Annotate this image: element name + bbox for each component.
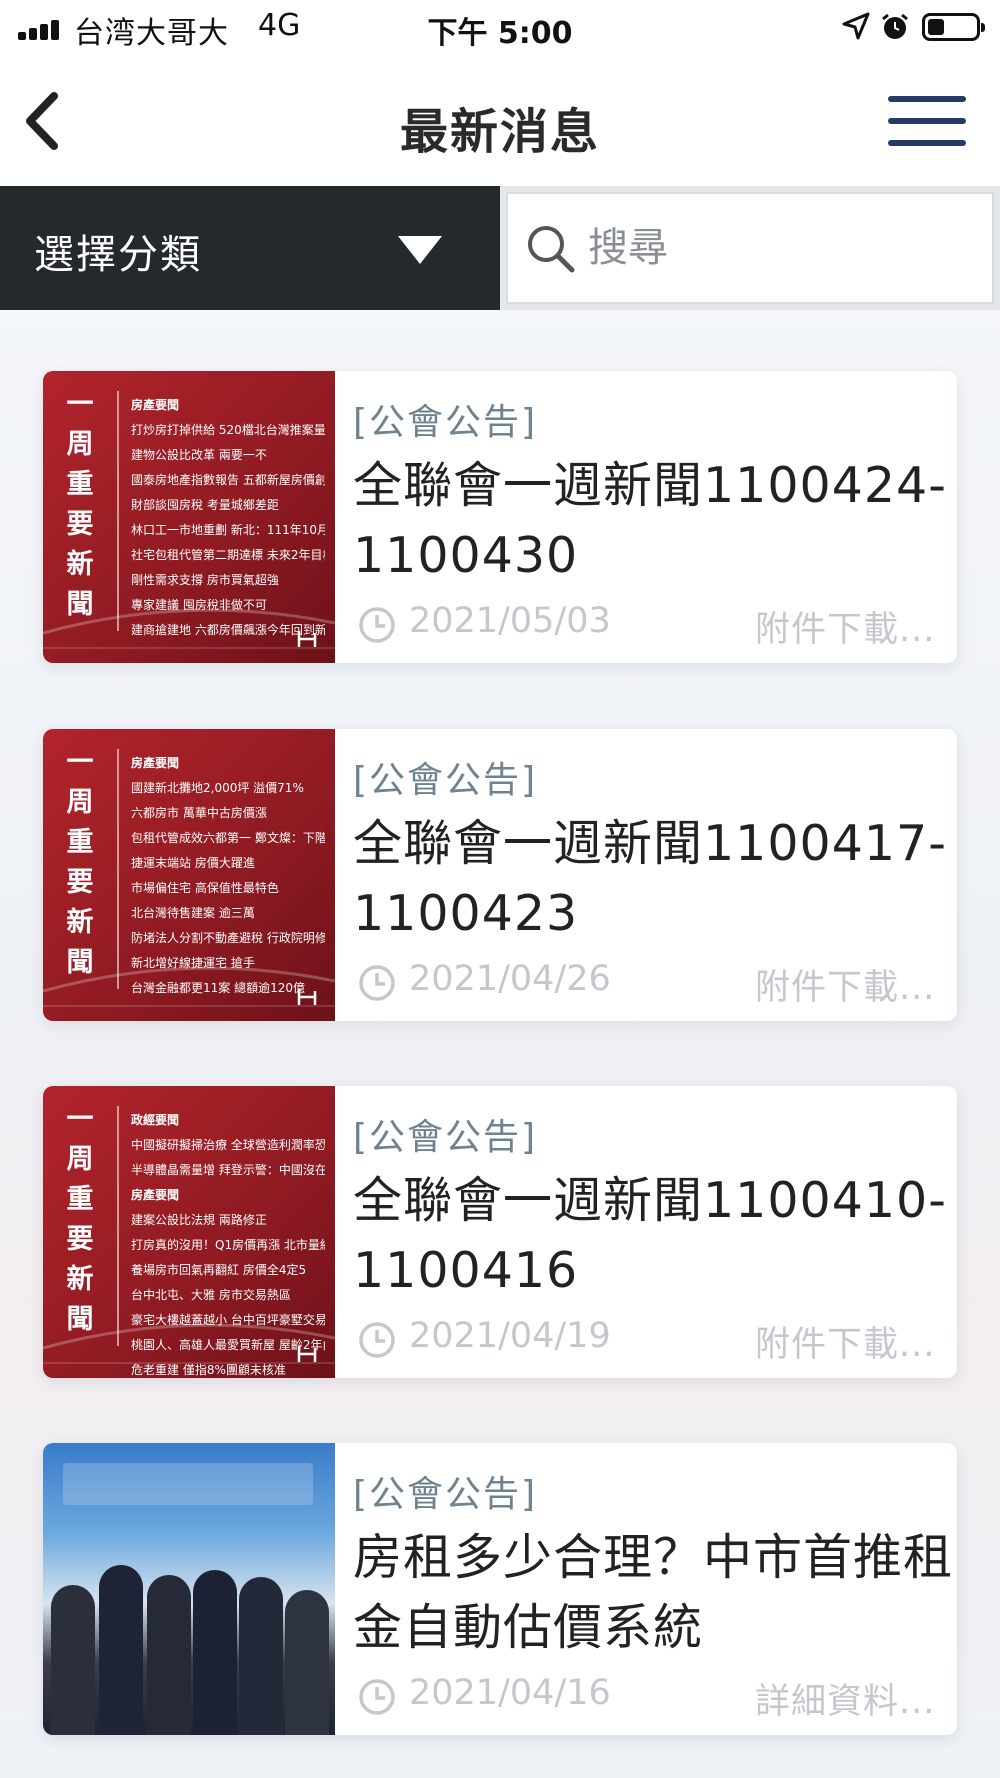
category-select-label: 選擇分類 (34, 232, 202, 278)
news-date: 2021/04/16 (409, 1673, 611, 1713)
attachment-download-link[interactable]: 附件下載... (755, 601, 935, 652)
clock-icon (357, 1320, 397, 1360)
news-list: 一周重要新聞 房產要聞 打炒房打掉供給 520檔北台灣推案量2133億，創4年新… (0, 310, 1000, 1778)
details-link[interactable]: 詳細資料... (755, 1673, 935, 1724)
news-card[interactable]: [公會公告] 房租多少合理？中市首推租金自動估價系統 2021/04/16 詳細… (43, 1443, 957, 1735)
news-card[interactable]: 一周重要新聞 房產要聞 打炒房打掉供給 520檔北台灣推案量2133億，創4年新… (43, 371, 957, 663)
clock-icon (357, 605, 397, 645)
search-box[interactable] (506, 192, 994, 304)
news-card-body: [公會公告] 全聯會一週新聞1100410-1100416 2021/04/19… (335, 1086, 957, 1378)
clock-icon (357, 1677, 397, 1717)
news-date: 2021/04/19 (409, 1316, 611, 1356)
news-title: 全聯會一週新聞1100417-1100423 (353, 815, 947, 942)
filter-bar: 選擇分類 (0, 186, 1000, 310)
clock-icon (357, 963, 397, 1003)
hamburger-menu-icon[interactable] (888, 96, 966, 150)
attachment-download-link[interactable]: 附件下載... (755, 1316, 935, 1367)
dropdown-triangle-icon (398, 236, 442, 264)
news-title: 房租多少合理？中市首推租金自動估價系統 (353, 1529, 954, 1656)
category-select[interactable]: 選擇分類 (0, 186, 500, 310)
alarm-icon (880, 12, 910, 49)
news-card-body: [公會公告] 全聯會一週新聞1100417-1100423 2021/04/26… (335, 729, 957, 1021)
attachment-download-link[interactable]: 附件下載... (755, 959, 935, 1010)
search-icon (524, 222, 578, 276)
news-thumbnail: 一周重要新聞 房產要聞 國建新北攤地2,000坪 溢價71% 六都房市 萬華中古… (43, 729, 335, 1021)
news-title: 全聯會一週新聞1100424-1100430 (353, 457, 947, 584)
news-card[interactable]: 一周重要新聞 房產要聞 國建新北攤地2,000坪 溢價71% 六都房市 萬華中古… (43, 729, 957, 1021)
news-category: [公會公告] (353, 1474, 538, 1515)
location-arrow-icon (842, 12, 870, 47)
news-date: 2021/05/03 (409, 601, 611, 641)
news-thumbnail: 一周重要新聞 房產要聞 打炒房打掉供給 520檔北台灣推案量2133億，創4年新… (43, 371, 335, 663)
search-input[interactable] (588, 220, 978, 276)
battery-icon (922, 13, 985, 41)
news-category: [公會公告] (353, 1117, 538, 1158)
news-thumbnail: 一周重要新聞 政經要聞 中國擬研擬掃治療 全球營造利潤率恐受衝擊 半導體晶需量增… (43, 1086, 335, 1378)
news-card-body: [公會公告] 房租多少合理？中市首推租金自動估價系統 2021/04/16 詳細… (335, 1443, 957, 1735)
news-card-body: [公會公告] 全聯會一週新聞1100424-1100430 2021/05/03… (335, 371, 957, 663)
page-title: 最新消息 (399, 104, 600, 160)
news-category: [公會公告] (353, 760, 538, 801)
news-date: 2021/04/26 (409, 959, 611, 999)
navigation-bar: 最新消息 (0, 56, 1000, 186)
news-category: [公會公告] (353, 402, 538, 443)
news-card[interactable]: 一周重要新聞 政經要聞 中國擬研擬掃治療 全球營造利潤率恐受衝擊 半導體晶需量增… (43, 1086, 957, 1378)
news-thumbnail-photo (43, 1443, 335, 1735)
news-title: 全聯會一週新聞1100410-1100416 (353, 1172, 947, 1299)
status-bar: 台湾大哥大 4G 下午 5:00 (0, 0, 1000, 56)
